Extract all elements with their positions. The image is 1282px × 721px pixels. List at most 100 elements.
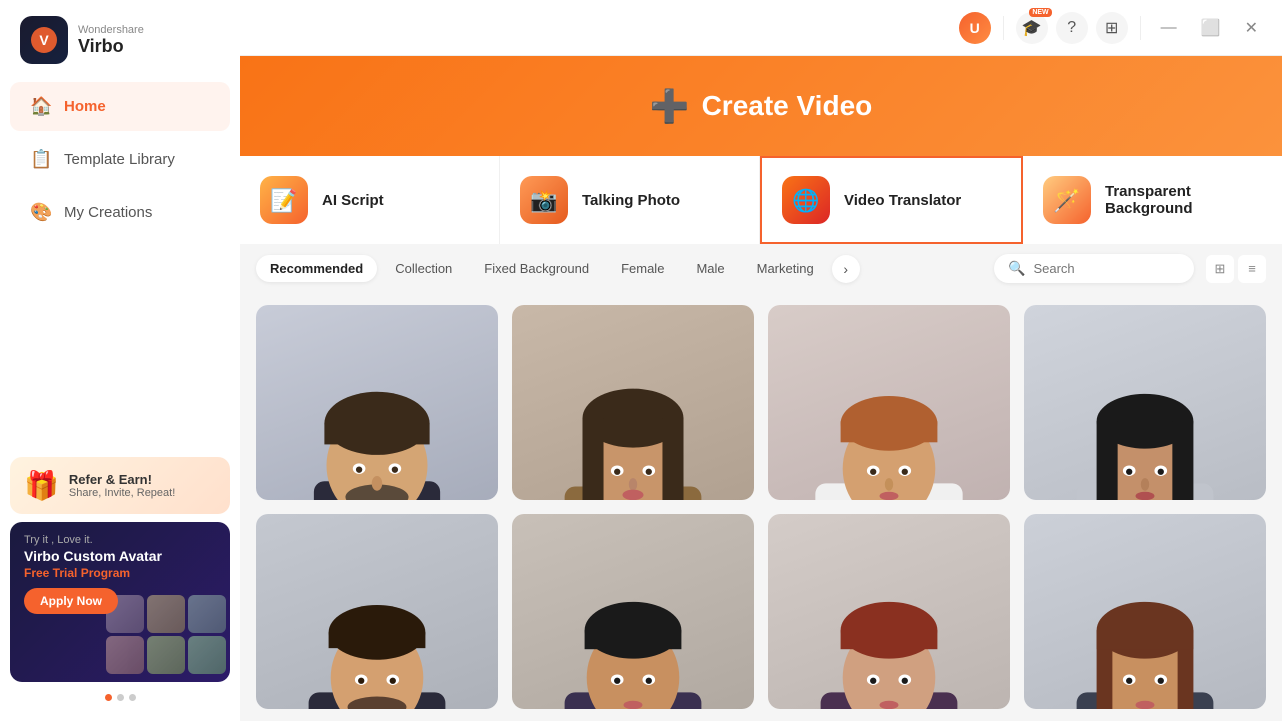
- avatar-image: [512, 305, 754, 500]
- transparent-bg-label: Transparent Background: [1105, 183, 1262, 217]
- refer-earn-promo[interactable]: 🎁 Refer & Earn! Share, Invite, Repeat!: [10, 457, 230, 514]
- svg-text:📝: 📝: [270, 188, 297, 213]
- avatar-card-elena[interactable]: Elena-Professional: [512, 305, 754, 500]
- avatar-card-brandt[interactable]: Brandt-Casual: [256, 305, 498, 500]
- sidebar-item-creations-label: My Creations: [64, 204, 152, 221]
- logo-name: Virbo: [78, 36, 144, 57]
- separator2: [1140, 16, 1141, 40]
- avatar-thumb: [147, 595, 185, 633]
- avatar-image: [512, 514, 754, 709]
- search-icon: 🔍: [1008, 260, 1025, 277]
- app-logo-icon: V: [20, 16, 68, 64]
- avatar-promo-eyebrow: Try it , Love it.: [24, 534, 216, 546]
- sidebar-item-my-creations[interactable]: 🎨 My Creations: [10, 188, 230, 237]
- sidebar-promos: 🎁 Refer & Earn! Share, Invite, Repeat! T…: [10, 457, 230, 701]
- main-content: U 🎓 NEW ? ⊞ — ⬜ ✕ ➕ Create Video 📝 AI Sc…: [240, 0, 1282, 721]
- talking-photo-icon: 📸: [520, 176, 568, 224]
- feature-cards-row: 📝 AI Script 📸 Talking Photo 🌐 Video Tran…: [240, 156, 1282, 244]
- avatar-promo-title: Virbo Custom Avatar: [24, 548, 216, 564]
- ai-script-label: AI Script: [322, 192, 384, 209]
- tab-more-button[interactable]: ›: [832, 255, 860, 283]
- avatar-image: [1024, 514, 1266, 709]
- avatar-card-ruby[interactable]: Ruby-Games: [768, 305, 1010, 500]
- home-icon: 🏠: [30, 96, 52, 117]
- avatar-card-5[interactable]: HOT: [256, 514, 498, 709]
- sidebar-item-home[interactable]: 🏠 Home: [10, 82, 230, 131]
- promo-dot-3[interactable]: [129, 694, 136, 701]
- refer-text: Refer & Earn! Share, Invite, Repeat!: [69, 472, 175, 499]
- avatar-image: [768, 514, 1010, 709]
- grid-icon-button[interactable]: ⊞: [1096, 12, 1128, 44]
- avatar-thumb: [188, 636, 226, 674]
- template-icon: 📋: [30, 149, 52, 170]
- gift-icon-button[interactable]: 🎓 NEW: [1016, 12, 1048, 44]
- list-view-button[interactable]: ≡: [1238, 255, 1266, 283]
- close-button[interactable]: ✕: [1237, 14, 1266, 42]
- create-video-icon: ➕: [650, 87, 690, 125]
- transparent-bg-icon: 🪄: [1043, 176, 1091, 224]
- search-input[interactable]: [1033, 261, 1180, 276]
- sidebar-item-template-library[interactable]: 📋 Template Library: [10, 135, 230, 184]
- ai-script-icon: 📝: [260, 176, 308, 224]
- refer-title: Refer & Earn!: [69, 472, 175, 487]
- avatar-thumb: [188, 595, 226, 633]
- apply-now-button[interactable]: Apply Now: [24, 588, 118, 614]
- minimize-button[interactable]: —: [1153, 15, 1185, 41]
- tab-fixed-background[interactable]: Fixed Background: [470, 255, 603, 282]
- feature-card-ai-script[interactable]: 📝 AI Script: [240, 156, 500, 244]
- feature-card-transparent-bg[interactable]: 🪄 Transparent Background: [1023, 156, 1282, 244]
- sidebar-item-home-label: Home: [64, 98, 106, 115]
- feature-card-video-translator[interactable]: 🌐 Video Translator: [760, 156, 1023, 244]
- avatar-card-harper[interactable]: Harper-Promotion: [1024, 305, 1266, 500]
- sidebar-item-template-label: Template Library: [64, 151, 175, 168]
- restore-button[interactable]: ⬜: [1193, 14, 1229, 42]
- view-toggle: ⊞ ≡: [1206, 255, 1266, 283]
- tab-male[interactable]: Male: [682, 255, 738, 282]
- creations-icon: 🎨: [30, 202, 52, 223]
- talking-photo-label: Talking Photo: [582, 192, 680, 209]
- promo-dot-2[interactable]: [117, 694, 124, 701]
- sidebar: V Wondershare Virbo 🏠 Home 📋 Template Li…: [0, 0, 240, 721]
- grid-view-button[interactable]: ⊞: [1206, 255, 1234, 283]
- avatar-image: [256, 514, 498, 709]
- refer-subtitle: Share, Invite, Repeat!: [69, 487, 175, 499]
- create-video-banner[interactable]: ➕ Create Video: [240, 56, 1282, 156]
- feature-card-talking-photo[interactable]: 📸 Talking Photo: [500, 156, 760, 244]
- tab-collection[interactable]: Collection: [381, 255, 466, 282]
- promo-dots: [10, 694, 230, 701]
- help-icon-button[interactable]: ?: [1056, 12, 1088, 44]
- avatar-card-7[interactable]: [768, 514, 1010, 709]
- avatar-image: [768, 305, 1010, 500]
- help-icon: ?: [1067, 19, 1076, 37]
- avatar-card-8[interactable]: [1024, 514, 1266, 709]
- gift-icon: 🎓: [1022, 18, 1042, 38]
- topbar: U 🎓 NEW ? ⊞ — ⬜ ✕: [240, 0, 1282, 56]
- search-box: 🔍: [994, 254, 1194, 283]
- video-translator-label: Video Translator: [844, 192, 961, 209]
- tab-marketing[interactable]: Marketing: [743, 255, 828, 282]
- create-video-title: Create Video: [702, 90, 873, 122]
- logo-text: Wondershare Virbo: [78, 24, 144, 57]
- refer-icon: 🎁: [24, 469, 59, 502]
- new-badge: NEW: [1029, 8, 1051, 17]
- promo-dot-1[interactable]: [105, 694, 112, 701]
- avatar-promo[interactable]: Try it , Love it. Virbo Custom Avatar Fr…: [10, 522, 230, 682]
- tab-recommended[interactable]: Recommended: [256, 255, 377, 282]
- logo-area: V Wondershare Virbo: [0, 0, 240, 80]
- avatar-card-6[interactable]: [512, 514, 754, 709]
- tab-female[interactable]: Female: [607, 255, 678, 282]
- avatar-promo-subtitle: Free Trial Program: [24, 566, 216, 580]
- avatar-thumb: [106, 636, 144, 674]
- svg-text:V: V: [39, 32, 49, 48]
- avatar-grid: Brandt-Casual: [240, 293, 1282, 721]
- user-avatar[interactable]: U: [959, 12, 991, 44]
- separator: [1003, 16, 1004, 40]
- avatar-thumb: [147, 636, 185, 674]
- avatar-image: [1024, 305, 1266, 500]
- svg-text:📸: 📸: [530, 188, 557, 213]
- grid-icon: ⊞: [1105, 18, 1118, 38]
- svg-text:🌐: 🌐: [792, 188, 819, 213]
- avatar-thumbnails: [106, 595, 226, 674]
- filter-row: Recommended Collection Fixed Background …: [240, 244, 1282, 293]
- logo-brand: Wondershare: [78, 24, 144, 36]
